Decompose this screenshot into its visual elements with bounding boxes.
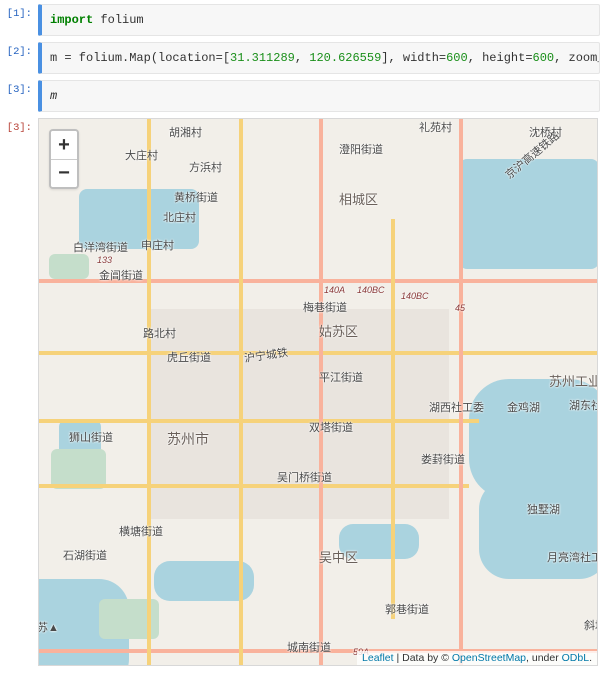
map-label: 横塘街道 xyxy=(119,523,163,539)
map-label: 苏▲ xyxy=(38,619,59,635)
module-name: folium xyxy=(100,13,143,27)
map-label: 苏州工业园[ xyxy=(549,371,598,390)
map-label: 胡湘村 xyxy=(169,124,202,140)
map-label: 独墅湖 xyxy=(527,501,560,517)
map-label: 澄阳街道 xyxy=(339,141,383,157)
map-label: 白洋湾街道 xyxy=(73,239,128,255)
map-label: 城南街道 xyxy=(287,639,331,655)
map-label: 平江街道 xyxy=(319,369,363,385)
input-prompt-2: [2]: xyxy=(0,42,38,74)
width-value: 600 xyxy=(446,51,468,65)
map-label: 方浜村 xyxy=(189,159,222,175)
map-label: 45 xyxy=(455,303,465,313)
map-label: 月亮湾社工委 xyxy=(547,549,598,565)
map-label: 金阊街道 xyxy=(99,267,143,283)
input-prompt-3: [3]: xyxy=(0,80,38,112)
height-value: 600 xyxy=(533,51,555,65)
map-label: 湖东社工 xyxy=(569,397,598,413)
zoom-in-button[interactable]: + xyxy=(51,131,77,159)
keyword-import: import xyxy=(50,13,93,27)
map-label: 140BC xyxy=(357,285,385,295)
map-label: 金鸡湖 xyxy=(507,399,540,415)
map-label: 北庄村 xyxy=(163,209,196,225)
map-label: 140A xyxy=(324,285,345,295)
attribution-osm-link[interactable]: OpenStreetMap xyxy=(452,652,526,664)
map-label: 狮山街道 xyxy=(69,429,113,445)
map-label: 湖西社工委 xyxy=(429,399,484,415)
map-label: 虎丘街道 xyxy=(167,349,211,365)
zoom-controls: + − xyxy=(49,129,79,189)
map-label: 礼苑村 xyxy=(419,119,452,135)
map-label: 相城区 xyxy=(339,189,378,208)
map-label: 申庄村 xyxy=(141,237,174,253)
map-label: 斜塘 xyxy=(584,617,598,633)
map-label: 大庄村 xyxy=(125,147,158,163)
code-cell-3[interactable]: m xyxy=(38,80,600,112)
code-cell-1[interactable]: import folium xyxy=(38,4,600,36)
map-label: 石湖街道 xyxy=(63,547,107,563)
attribution-odbl-link[interactable]: ODbL xyxy=(562,652,589,664)
map-label: 苏州市 xyxy=(167,429,209,449)
map-label: 路北村 xyxy=(143,325,176,341)
map-label: 娄葑街道 xyxy=(421,451,465,467)
map-label: 梅巷街道 xyxy=(303,299,347,315)
map-label: 姑苏区 xyxy=(319,321,358,340)
map-label: 郭巷街道 xyxy=(385,601,429,617)
input-prompt-1: [1]: xyxy=(0,4,38,36)
lat-value: 31.311289 xyxy=(230,51,295,65)
map-label: 双塔街道 xyxy=(309,419,353,435)
map-label: 133 xyxy=(97,255,112,265)
map-label: 吴中区 xyxy=(319,547,358,566)
map-label: 黄桥街道 xyxy=(174,189,218,205)
output-prompt-3: [3]: xyxy=(0,118,38,666)
lon-value: 120.626559 xyxy=(309,51,381,65)
zoom-out-button[interactable]: − xyxy=(51,159,77,187)
map-label: 吴门桥街道 xyxy=(277,469,332,485)
map-label: 140BC xyxy=(401,291,429,301)
map-tiles xyxy=(39,119,597,665)
attribution-leaflet-link[interactable]: Leaflet xyxy=(362,652,394,664)
map-output[interactable]: + − 胡湘村礼苑村沈桥村大庄村方浜村澄阳街道京沪高速铁路黄桥街道北庄村相城区白… xyxy=(38,118,598,666)
code-cell-2[interactable]: m = folium.Map(location=[31.311289, 120.… xyxy=(38,42,600,74)
map-attribution: Leaflet | Data by © OpenStreetMap, under… xyxy=(357,651,597,665)
